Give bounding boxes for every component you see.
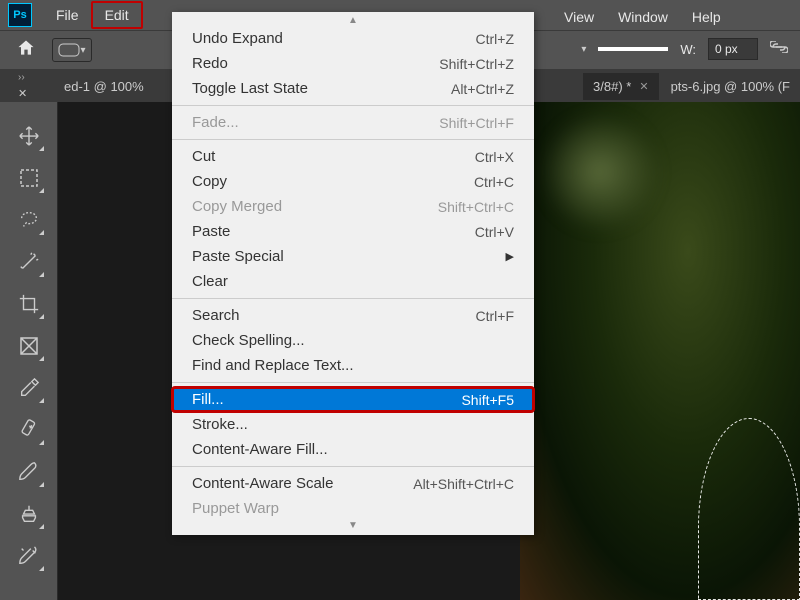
menu-item-toggle-last-state[interactable]: Toggle Last State Alt+Ctrl+Z (172, 76, 534, 101)
doc-tab-3[interactable]: pts-6.jpg @ 100% (F (661, 73, 800, 100)
menu-item-label: Fade... (192, 114, 239, 131)
menu-item-content-aware-fill[interactable]: Content-Aware Fill... (172, 437, 534, 462)
menu-shortcut: Alt+Ctrl+Z (451, 81, 514, 97)
menu-item-undo-expand[interactable]: Undo Expand Ctrl+Z (172, 26, 534, 51)
menu-shortcut: Ctrl+Z (476, 31, 515, 47)
menu-shortcut: Shift+Ctrl+C (438, 199, 514, 215)
menu-item-label: Search (192, 307, 240, 324)
menu-item-label: Paste Special (192, 248, 284, 265)
doc-tab-label: 3/8#) * (593, 79, 631, 94)
tools-panel (0, 102, 58, 600)
lasso-tool[interactable] (15, 206, 43, 234)
menu-item-label: Clear (192, 273, 228, 290)
doc-tab-2[interactable]: 3/8#) * ✕ (583, 73, 659, 100)
chevron-down-icon[interactable]: ▾ (581, 44, 586, 55)
menu-item-copy[interactable]: Copy Ctrl+C (172, 169, 534, 194)
menu-item-search[interactable]: Search Ctrl+F (172, 303, 534, 328)
width-input[interactable] (708, 38, 758, 60)
menu-item-copy-merged: Copy Merged Shift+Ctrl+C (172, 194, 534, 219)
eyedropper-tool[interactable] (15, 374, 43, 402)
menu-separator (172, 382, 534, 383)
menu-item-clear[interactable]: Clear (172, 269, 534, 294)
menu-item-paste-special[interactable]: Paste Special ▶ (172, 244, 534, 269)
menu-item-label: Copy (192, 173, 227, 190)
healing-brush-tool[interactable] (15, 416, 43, 444)
edit-menu-dropdown: ▲ Undo Expand Ctrl+Z Redo Shift+Ctrl+Z Toggl… (172, 12, 534, 535)
menu-shortcut: Shift+Ctrl+Z (439, 56, 514, 72)
menubar-right: View Window Help (552, 5, 733, 29)
options-right: ▾ W: (581, 38, 788, 60)
history-brush-tool[interactable] (15, 542, 43, 570)
menu-item-label: Puppet Warp (192, 500, 279, 517)
menu-item-label: Check Spelling... (192, 332, 305, 349)
menu-help[interactable]: Help (680, 5, 733, 29)
menu-shortcut: Ctrl+C (474, 174, 514, 190)
clone-stamp-tool[interactable] (15, 500, 43, 528)
image-content (520, 102, 800, 600)
crop-tool[interactable] (15, 290, 43, 318)
move-tool[interactable] (15, 122, 43, 150)
marquee-tool[interactable] (15, 164, 43, 192)
link-icon[interactable] (770, 40, 788, 58)
menu-item-label: Copy Merged (192, 198, 282, 215)
brush-tool[interactable] (15, 458, 43, 486)
doc-tab-1[interactable]: ed-1 @ 100% (54, 73, 154, 100)
menu-separator (172, 466, 534, 467)
double-arrow-icon: ›› (18, 72, 25, 83)
menu-item-cut[interactable]: Cut Ctrl+X (172, 144, 534, 169)
shape-selector[interactable]: ▾ (52, 38, 92, 62)
menu-item-puppet-warp: Puppet Warp (172, 496, 534, 521)
menu-view[interactable]: View (552, 5, 606, 29)
menu-item-label: Cut (192, 148, 215, 165)
menu-item-fade: Fade... Shift+Ctrl+F (172, 110, 534, 135)
menu-item-fill[interactable]: Fill... Shift+F5 (172, 387, 534, 412)
menu-shortcut: Shift+F5 (461, 392, 514, 408)
menu-item-label: Fill... (192, 391, 224, 408)
ps-logo-icon: Ps (8, 3, 32, 27)
menu-item-label: Content-Aware Scale (192, 475, 333, 492)
home-icon[interactable] (16, 38, 36, 63)
menu-item-check-spelling[interactable]: Check Spelling... (172, 328, 534, 353)
menu-shortcut: Shift+Ctrl+F (439, 115, 514, 131)
magic-wand-tool[interactable] (15, 248, 43, 276)
doc-tab-label: ed-1 @ 100% (64, 79, 144, 94)
menu-item-label: Redo (192, 55, 228, 72)
menu-item-label: Undo Expand (192, 30, 283, 47)
menu-edit[interactable]: Edit (91, 1, 143, 29)
close-icon[interactable]: ✕ (639, 80, 648, 93)
menu-shortcut: Ctrl+X (475, 149, 514, 165)
width-label: W: (680, 42, 696, 57)
chevron-down-icon: ▾ (80, 45, 85, 56)
menu-shortcut: Ctrl+V (475, 224, 514, 240)
menu-item-label: Paste (192, 223, 230, 240)
doc-tab-label: pts-6.jpg @ 100% (F (671, 79, 790, 94)
menu-item-label: Find and Replace Text... (192, 357, 353, 374)
menu-shortcut: Alt+Shift+Ctrl+C (413, 476, 514, 492)
scroll-up-icon[interactable]: ▲ (172, 16, 534, 26)
menu-window[interactable]: Window (606, 5, 680, 29)
menu-item-stroke[interactable]: Stroke... (172, 412, 534, 437)
close-icon: ✕ (18, 87, 27, 100)
menu-item-paste[interactable]: Paste Ctrl+V (172, 219, 534, 244)
menu-separator (172, 298, 534, 299)
menu-item-label: Toggle Last State (192, 80, 308, 97)
menu-item-content-aware-scale[interactable]: Content-Aware Scale Alt+Shift+Ctrl+C (172, 471, 534, 496)
menu-shortcut: Ctrl+F (476, 308, 515, 324)
menu-separator (172, 139, 534, 140)
scroll-down-icon[interactable]: ▼ (172, 521, 534, 531)
menu-item-label: Stroke... (192, 416, 248, 433)
submenu-arrow-icon: ▶ (506, 250, 514, 263)
menu-separator (172, 105, 534, 106)
stroke-preview[interactable] (598, 47, 668, 51)
panel-toggle[interactable]: ›› ✕ (12, 72, 52, 100)
menu-item-label: Content-Aware Fill... (192, 441, 328, 458)
menu-item-find-and-replace-text[interactable]: Find and Replace Text... (172, 353, 534, 378)
frame-tool[interactable] (15, 332, 43, 360)
menu-item-redo[interactable]: Redo Shift+Ctrl+Z (172, 51, 534, 76)
menu-file[interactable]: File (44, 3, 91, 27)
